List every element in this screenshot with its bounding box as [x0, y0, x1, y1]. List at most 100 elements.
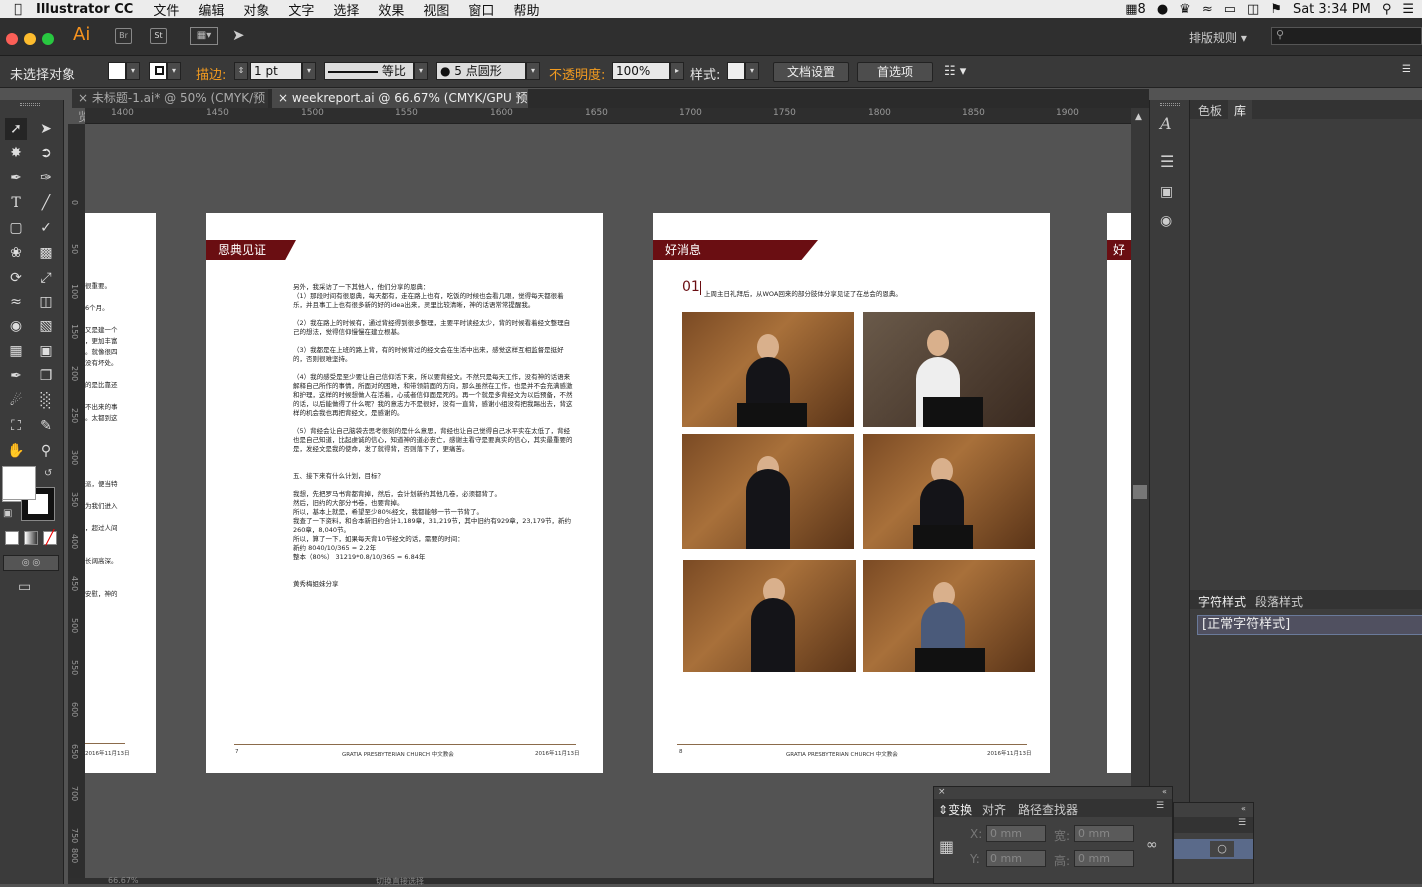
close-tab-icon[interactable]: ×	[278, 91, 288, 105]
search-stock-input[interactable]: ⚲	[1271, 27, 1422, 45]
close-panel-icon[interactable]: ×	[938, 787, 946, 797]
fill-dropdown[interactable]: ▾	[126, 62, 140, 80]
tab-pathfinder[interactable]: 路径查找器	[1018, 801, 1078, 818]
panel-menu-icon[interactable]: ☰	[1238, 818, 1246, 828]
close-tab-icon[interactable]: ×	[78, 91, 88, 105]
collapse-panel-icon[interactable]: «	[1241, 804, 1246, 813]
character-panel-icon[interactable]: A	[1160, 114, 1172, 133]
tab-swatches[interactable]: 色板	[1198, 102, 1222, 119]
shaper-tool-icon[interactable]: ❀	[5, 242, 27, 264]
collapse-panel-icon[interactable]: «	[1162, 787, 1167, 796]
arrange-documents-icon[interactable]: ▦▾	[190, 27, 218, 45]
tab-paragraph-styles[interactable]: 段落样式	[1255, 593, 1303, 610]
line-segment-tool-icon[interactable]: ╱	[35, 192, 57, 214]
vertical-scrollbar[interactable]: ▲	[1131, 108, 1149, 878]
minimize-window-icon[interactable]	[24, 33, 36, 45]
constrain-proportions-icon[interactable]: ∞	[1146, 837, 1158, 853]
tab-character-styles[interactable]: 字符样式	[1198, 593, 1246, 610]
variable-width-profile[interactable]: 等比	[324, 62, 414, 80]
screen-mode-icon[interactable]: ▭	[18, 579, 31, 595]
reference-point-icon[interactable]: ▦	[939, 837, 954, 856]
x-field[interactable]: 0 mm	[986, 825, 1046, 842]
y-field[interactable]: 0 mm	[986, 850, 1046, 867]
brush-definition[interactable]: ● 5 点圆形	[436, 62, 526, 80]
menu-effect[interactable]: 效果	[378, 0, 404, 19]
type-tool-icon[interactable]: T	[5, 192, 27, 214]
artboard-partial-right[interactable]: 好	[1107, 213, 1131, 773]
scale-tool-icon[interactable]: ⤢	[35, 267, 57, 289]
magic-wand-tool-icon[interactable]: ✸	[5, 142, 27, 164]
menu-edit[interactable]: 编辑	[198, 0, 224, 19]
wifi-icon[interactable]: ≈	[1202, 2, 1213, 17]
column-graph-tool-icon[interactable]: ░	[35, 390, 57, 412]
bridge-button[interactable]: Br	[115, 28, 132, 44]
opacity-arrow[interactable]: ▸	[670, 62, 684, 80]
gradient-panel-icon[interactable]: ▣	[1160, 184, 1173, 200]
tab-transform[interactable]: ⇕变换	[938, 801, 972, 818]
tools-grip[interactable]	[20, 103, 40, 106]
photo-speaker-3[interactable]	[682, 434, 854, 549]
lasso-tool-icon[interactable]: ➲	[35, 142, 57, 164]
direct-selection-tool-icon[interactable]: ➤	[35, 118, 57, 140]
selection-tool-icon[interactable]: ➚	[5, 118, 27, 140]
close-window-icon[interactable]	[6, 33, 18, 45]
photo-speaker-5[interactable]	[683, 560, 856, 672]
rectangle-tool-icon[interactable]: ▢	[5, 217, 27, 239]
zoom-window-icon[interactable]	[42, 33, 54, 45]
apple-icon[interactable]: 	[0, 2, 36, 17]
eraser-tool-icon[interactable]: ▩	[35, 242, 57, 264]
arrange-icon[interactable]: ☷ ▾	[944, 64, 966, 79]
fill-color-front[interactable]	[2, 466, 36, 500]
default-colors-icon[interactable]: ▣	[3, 508, 12, 519]
evernote-icon[interactable]: ♛	[1179, 2, 1191, 17]
hand-tool-icon[interactable]: ✋	[5, 440, 27, 462]
preferences-button[interactable]: 首选项	[857, 62, 933, 82]
opacity-label[interactable]: 不透明度:	[549, 64, 605, 83]
profile-dropdown[interactable]: ▾	[414, 62, 428, 80]
stroke-dropdown[interactable]: ▾	[167, 62, 181, 80]
none-mode-icon[interactable]: ╱	[43, 531, 57, 545]
draw-mode-icon[interactable]: ◎ ◎	[3, 555, 59, 571]
paintbrush-tool-icon[interactable]: ✓	[35, 217, 57, 239]
tab-weekreport[interactable]: × weekreport.ai @ 66.67% (CMYK/GPU 预览)	[272, 89, 528, 124]
brush-dropdown[interactable]: ▾	[526, 62, 540, 80]
tab-untitled[interactable]: × 未标题-1.ai* @ 50% (CMYK/预览)	[72, 89, 268, 124]
photo-speaker-1[interactable]	[682, 312, 854, 427]
style-dropdown[interactable]: ▾	[745, 62, 759, 80]
free-transform-tool-icon[interactable]: ◫	[35, 291, 57, 313]
visibility-icon[interactable]: ○	[1210, 841, 1234, 857]
notification-icon[interactable]: ☰	[1402, 2, 1414, 17]
width-tool-icon[interactable]: ≈	[5, 291, 27, 313]
menu-window[interactable]: 窗口	[468, 0, 494, 19]
artboard-page-7[interactable]: 恩典见证 另外，我采访了一下其他人，他们分享的恩典： （1）那段时间有很恩典，每…	[206, 213, 603, 773]
artboard-partial-left[interactable]: 很重要。 6个月。 又是建一个 ，更加丰富 。就像很四 没有坏处。 的是比靠还 …	[85, 213, 156, 773]
fill-swatch[interactable]	[108, 62, 126, 80]
stroke-weight-dropdown[interactable]: ▾	[302, 62, 316, 80]
stroke-swatch[interactable]	[149, 62, 167, 80]
slice-tool-icon[interactable]: ✎	[35, 415, 57, 437]
transparency-panel-icon[interactable]: ◉	[1160, 213, 1172, 229]
panel-menu-icon[interactable]: ☰	[1156, 801, 1164, 811]
style-normal-item[interactable]: [正常字符样式]	[1197, 615, 1422, 635]
document-setup-button[interactable]: 文档设置	[773, 62, 849, 82]
blend-tool-icon[interactable]: ❐	[35, 365, 57, 387]
workspace-switcher[interactable]: 排版规则 ▾	[1189, 29, 1247, 46]
pen-tool-icon[interactable]: ✒	[5, 167, 27, 189]
opacity-field[interactable]: 100%	[612, 62, 670, 80]
photo-speaker-4[interactable]	[863, 434, 1035, 549]
curvature-tool-icon[interactable]: ✑	[35, 167, 57, 189]
rotate-tool-icon[interactable]: ⟳	[5, 267, 27, 289]
strip-grip[interactable]	[1160, 103, 1180, 106]
airplay-icon[interactable]: ▭	[1224, 2, 1236, 17]
app-menu[interactable]: Illustrator CC	[36, 2, 133, 17]
paragraph-panel-icon[interactable]: ☰	[1160, 152, 1174, 171]
menu-view[interactable]: 视图	[423, 0, 449, 19]
stock-button[interactable]: St	[150, 28, 167, 44]
stroke-label[interactable]: 描边:	[196, 64, 226, 83]
mesh-tool-icon[interactable]: ▦	[5, 340, 27, 362]
clock[interactable]: Sat 3:34 PM	[1293, 2, 1371, 17]
horizontal-ruler[interactable]: 1400 1450 1500 1550 1600 1650 1700 1750 …	[85, 108, 1131, 124]
shape-builder-tool-icon[interactable]: ◉	[5, 315, 27, 337]
scroll-up-icon[interactable]: ▲	[1135, 112, 1142, 122]
artboard-page-8[interactable]: 好消息 01 上周主日礼拜后，从WOA回来的部分肢体分享见证了在总会的恩典。 8…	[653, 213, 1050, 773]
